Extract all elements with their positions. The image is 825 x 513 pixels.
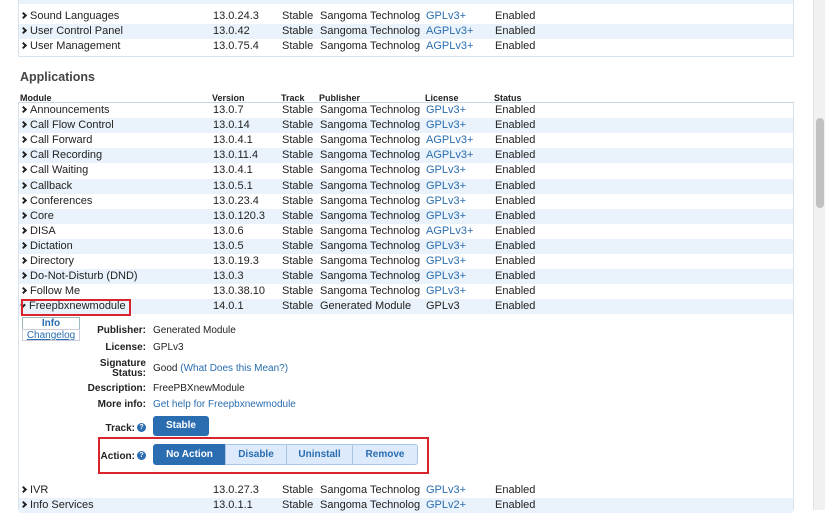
chevron-right-icon (19, 272, 28, 280)
chevron-right-icon (19, 197, 28, 205)
signature-help-link[interactable]: (What Does this Mean?) (180, 363, 288, 374)
disable-button[interactable]: Disable (225, 444, 287, 465)
chevron-right-icon (19, 166, 28, 174)
chevron-right-icon (19, 42, 28, 50)
chevron-right-icon (19, 136, 28, 144)
table-row[interactable]: Core13.0.120.3StableSangoma Technologies… (19, 209, 793, 224)
chevron-right-icon (19, 106, 28, 114)
chevron-right-icon (19, 212, 28, 220)
table-row[interactable]: Info Services 13.0.1.1 Stable Sangoma Techn… (19, 498, 793, 513)
table-row[interactable]: Directory 13.0.19.3 Stable Sangoma Technolo… (19, 254, 793, 269)
uninstall-button[interactable]: Uninstall (286, 444, 353, 465)
table-row[interactable]: User Control Panel 13.0.42 Stable Sangom… (19, 24, 793, 39)
section-title: Applications (20, 70, 96, 84)
table-row[interactable]: Announcements 13.0.7 Stable Sangoma Technol… (19, 103, 793, 118)
chevron-right-icon (19, 242, 28, 250)
table-row[interactable]: IVR13.0.27.3StableSangoma TechnologiesGP… (19, 483, 793, 498)
table-row[interactable]: Conferences 13.0.23.4 Stable Sangoma Techno… (19, 194, 793, 209)
table-row[interactable]: Call Waiting 13.0.4.1 Stable Sangoma Techno… (19, 163, 793, 178)
chevron-right-icon (19, 151, 28, 159)
table-row[interactable]: DISA13.0.6StableSangoma TechnologiesAGPL… (19, 224, 793, 239)
top-module-table: Sound Languages 13.0.24.3 Stable Sangoma… (18, 0, 794, 57)
table-row (19, 0, 793, 4)
action-button-group: No Action Disable Uninstall Remove (153, 444, 418, 465)
table-row[interactable]: Dictation13.0.5StableSangoma Technologie… (19, 239, 793, 254)
table-row[interactable]: Sound Languages 13.0.24.3 Stable Sangoma… (19, 9, 793, 24)
help-icon[interactable]: ? (137, 423, 146, 432)
chevron-right-icon (19, 27, 28, 35)
chevron-right-icon (19, 121, 28, 129)
table-row[interactable]: Call Flow Control 13.0.14 Stable Sangoma Te… (19, 118, 793, 133)
chevron-right-icon (19, 501, 28, 509)
chevron-right-icon (19, 287, 28, 295)
table-row[interactable]: Call Recording 13.0.11.4 Stable Sangoma Tec… (19, 148, 793, 163)
table-row[interactable]: Callback13.0.5.1StableSangoma Technologi… (19, 179, 793, 194)
table-row[interactable]: User Management 13.0.75.4 Stable Sangoma… (19, 39, 793, 54)
vertical-scrollbar[interactable] (813, 0, 825, 510)
chevron-right-icon (19, 227, 28, 235)
help-icon[interactable]: ? (137, 451, 146, 460)
table-row[interactable]: Follow Me 13.0.38.10 Stable Sangoma Technol… (19, 284, 793, 299)
more-info-link[interactable]: Get help for Freepbxnewmodule (153, 399, 296, 410)
chevron-right-icon (19, 12, 28, 20)
table-row-selected[interactable]: Freepbxnewmodule 14.0.1 Stable Generated Mo… (19, 299, 793, 314)
no-action-button[interactable]: No Action (153, 444, 226, 465)
table-row[interactable]: Call Forward 13.0.4.1 Stable Sangoma Techno… (19, 133, 793, 148)
track-stable-button[interactable]: Stable (153, 416, 209, 436)
scrollbar-thumb[interactable] (816, 118, 824, 208)
chevron-right-icon (19, 257, 28, 265)
highlight-selected-module (21, 299, 131, 316)
remove-button[interactable]: Remove (352, 444, 418, 465)
table-row[interactable]: Do-Not-Disturb (DND) 13.0.3 Stable Sangoma … (19, 269, 793, 284)
chevron-right-icon (19, 182, 28, 190)
chevron-right-icon (19, 486, 28, 494)
